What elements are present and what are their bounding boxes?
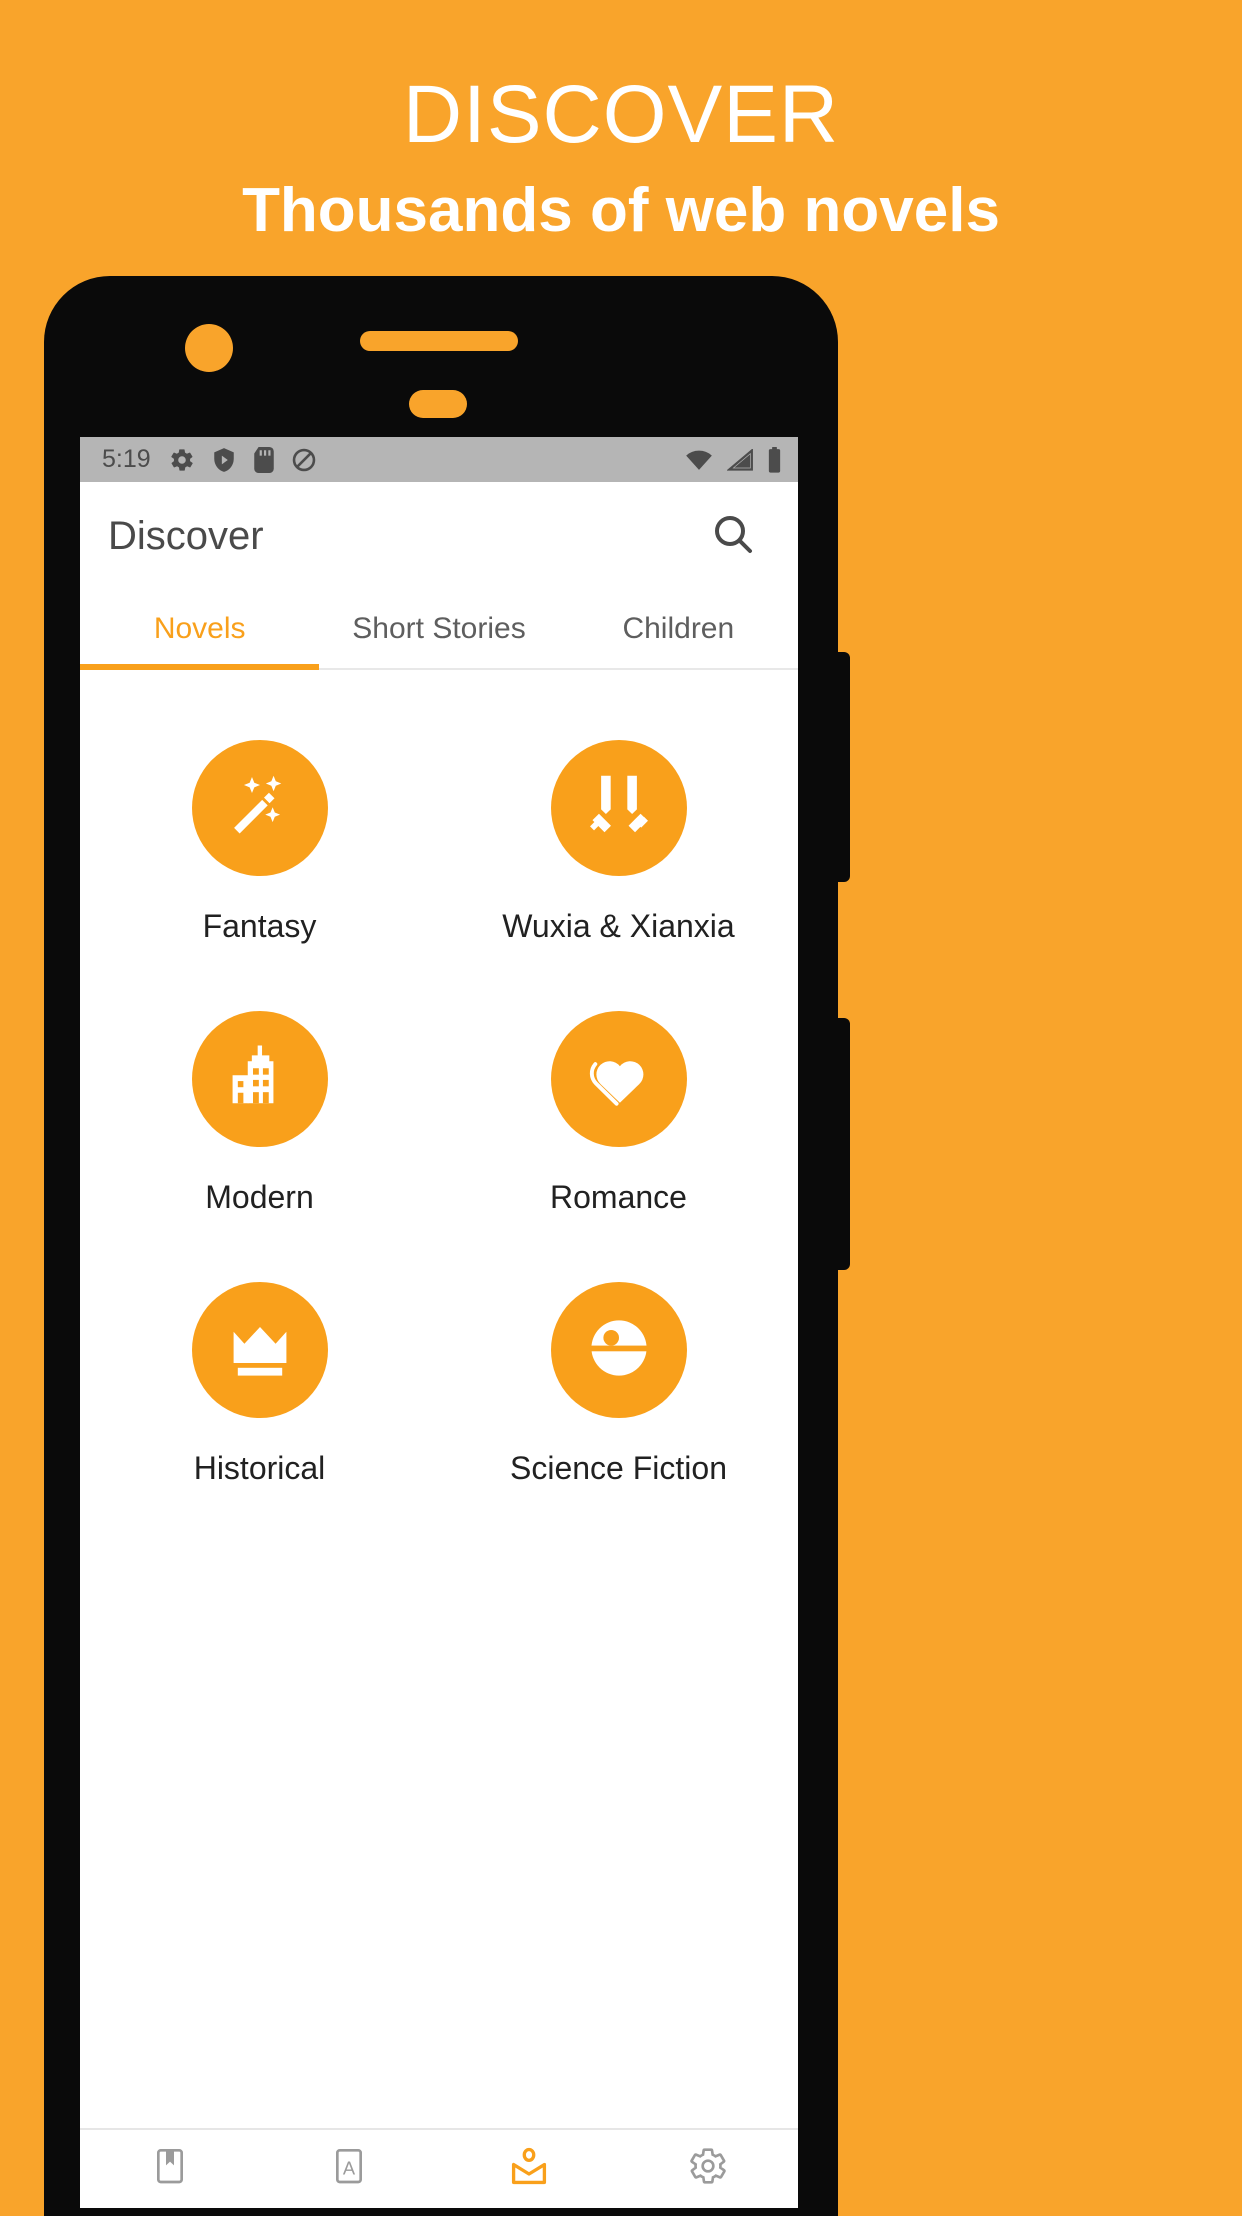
crown-icon — [224, 1312, 296, 1389]
page-title: Discover — [108, 513, 264, 558]
battery-icon — [767, 446, 782, 473]
wifi-icon — [685, 449, 713, 471]
phone-screen: 5:19 Discover Novels Short Stories Child… — [80, 437, 798, 2208]
category-label: Science Fiction — [510, 1450, 727, 1486]
search-button[interactable] — [702, 505, 764, 567]
category-item-science-fiction[interactable]: Science Fiction — [439, 1252, 798, 1523]
category-item-romance[interactable]: Romance — [439, 981, 798, 1252]
category-label: Fantasy — [202, 908, 317, 944]
gear-icon — [688, 2146, 728, 2191]
category-item-fantasy[interactable]: Fantasy — [80, 710, 439, 981]
search-icon — [709, 510, 757, 563]
play-protect-shield-icon — [211, 447, 237, 473]
status-bar-left-icons — [169, 446, 317, 473]
category-label: Wuxia & Xianxia — [502, 908, 735, 944]
magic-wand-icon — [223, 769, 297, 848]
tab-short-stories[interactable]: Short Stories — [319, 590, 558, 668]
do-not-disturb-icon — [291, 447, 317, 473]
category-label: Historical — [193, 1450, 326, 1486]
category-icon-circle — [191, 740, 328, 876]
status-bar-clock: 5:19 — [102, 445, 151, 473]
category-icon-circle — [191, 1282, 328, 1418]
category-item-modern[interactable]: Modern — [80, 981, 439, 1252]
nav-item-library[interactable] — [80, 2130, 260, 2208]
tab-label: Novels — [153, 612, 246, 645]
letter-a-icon: A — [329, 2146, 369, 2191]
crossed-swords-icon — [582, 769, 656, 848]
bookmark-icon — [150, 2146, 190, 2191]
person-reading-icon — [508, 2146, 550, 2193]
tab-children[interactable]: Children — [559, 590, 798, 668]
promo-subtitle: Thousands of web novels — [242, 176, 1000, 245]
category-icon-circle — [550, 1282, 687, 1418]
cellular-signal-icon — [727, 448, 753, 471]
promo-title: DISCOVER — [402, 69, 840, 160]
category-grid: Fantasy Wuxia & Xianxia Modern Romance H… — [80, 670, 798, 1523]
app-bar: Discover — [80, 482, 798, 590]
category-icon-circle — [550, 740, 687, 876]
svg-text:A: A — [343, 2158, 356, 2179]
promo-header: DISCOVER Thousands of web novels — [0, 0, 1242, 300]
phone-front-camera — [185, 324, 233, 372]
phone-power-button — [834, 1018, 850, 1270]
nav-item-text[interactable]: A — [260, 2130, 440, 2208]
phone-earpiece-speaker — [360, 331, 518, 351]
gear-icon — [169, 447, 195, 473]
status-bar-right-icons — [685, 446, 782, 473]
city-building-icon — [225, 1042, 295, 1117]
status-bar: 5:19 — [80, 437, 798, 482]
tab-novels[interactable]: Novels — [80, 590, 320, 670]
bottom-navigation-bar: A — [80, 2128, 798, 2208]
nav-item-discover[interactable] — [439, 2130, 619, 2208]
sd-card-icon — [253, 446, 275, 473]
death-star-icon — [583, 1312, 655, 1389]
category-label: Modern — [205, 1179, 314, 1215]
category-label: Romance — [550, 1179, 687, 1215]
category-icon-circle — [550, 1011, 687, 1147]
nav-item-settings[interactable] — [619, 2130, 799, 2208]
category-item-historical[interactable]: Historical — [80, 1252, 439, 1523]
phone-home-indicator — [409, 390, 467, 418]
category-item-wuxia-xianxia[interactable]: Wuxia & Xianxia — [439, 710, 798, 981]
category-icon-circle — [191, 1011, 328, 1147]
tab-label: Children — [622, 612, 735, 645]
heart-icon — [583, 1041, 655, 1118]
tab-bar: Novels Short Stories Children — [80, 590, 798, 670]
tab-label: Short Stories — [352, 612, 526, 645]
phone-volume-button — [834, 652, 850, 882]
